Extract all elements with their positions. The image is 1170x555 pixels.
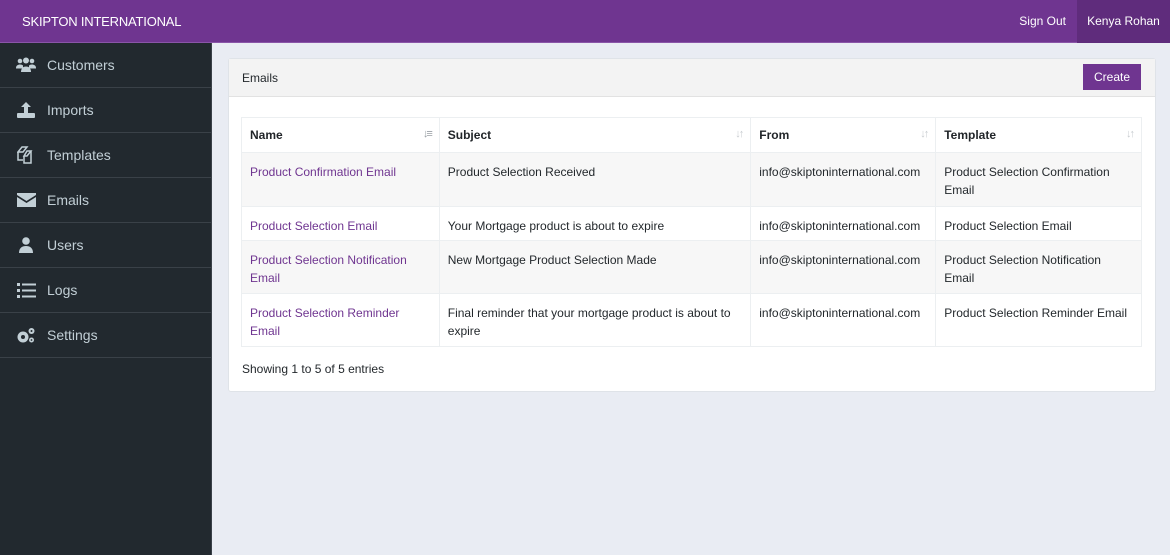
email-from: info@skiptoninternational.com [750,152,937,207]
sidebar-item-label: Users [47,237,84,253]
sidebar-item-label: Imports [47,102,94,118]
email-subject: Product Selection Received [438,152,752,207]
column-header-from[interactable]: From ↓↑ [750,117,937,153]
create-button[interactable]: Create [1083,64,1141,90]
sidebar-item-label: Customers [47,57,115,73]
sort-icon: ↓↑ [1126,128,1135,140]
cogs-icon [16,326,36,344]
email-name-link[interactable]: Product Confirmation Email [250,165,396,179]
email-subject: Final reminder that your mortgage produc… [438,293,752,347]
sidebar-item-label: Templates [47,147,111,163]
email-name-link[interactable]: Product Selection Email [250,219,377,233]
list-icon [16,281,36,299]
email-from: info@skiptoninternational.com [750,240,937,294]
emails-card: Emails Create Name ↓≡ Subject ↓↑ From ↓↑ Te… [228,58,1156,392]
copy-icon [16,146,36,164]
email-template: Product Selection Reminder Email [935,293,1142,347]
card-header: Emails Create [229,59,1155,97]
sidebar-item-templates[interactable]: Templates [0,133,211,178]
sign-out-link[interactable]: Sign Out [1007,0,1078,43]
table-info: Showing 1 to 5 of 5 entries [242,362,385,376]
sidebar-item-emails[interactable]: Emails [0,178,211,223]
email-template: Product Selection Notification Email [935,240,1142,294]
users-icon [16,56,36,74]
sidebar-item-logs[interactable]: Logs [0,268,211,313]
column-header-name[interactable]: Name ↓≡ [241,117,440,153]
table-header-row: Name ↓≡ Subject ↓↑ From ↓↑ Template ↓↑ [241,117,1142,153]
email-name-link[interactable]: Product Selection Notification Email [250,253,407,285]
sidebar-item-imports[interactable]: Imports [0,88,211,133]
table-row: Product Selection Notification Email New… [241,240,1142,294]
sidebar-item-label: Settings [47,327,98,343]
email-from: info@skiptoninternational.com [750,206,937,241]
upload-icon [16,101,36,119]
envelope-icon [16,191,36,209]
email-subject: New Mortgage Product Selection Made [438,240,752,294]
sidebar-item-users[interactable]: Users [0,223,211,268]
card-title: Emails [242,71,279,85]
table-row: Product Confirmation Email Product Selec… [241,152,1142,207]
sidebar-item-settings[interactable]: Settings [0,313,211,358]
email-subject: Your Mortgage product is about to expire [438,206,752,241]
brand-logo[interactable]: SKIPTON INTERNATIONAL [22,14,181,29]
email-name-link[interactable]: Product Selection Reminder Email [250,306,399,338]
emails-table: Name ↓≡ Subject ↓↑ From ↓↑ Template ↓↑ Produ… [241,117,1142,347]
email-from: info@skiptoninternational.com [750,293,937,347]
column-header-subject[interactable]: Subject ↓↑ [438,117,752,153]
sidebar-item-label: Logs [47,282,78,298]
email-template: Product Selection Email [935,206,1142,241]
sort-icon: ↓↑ [735,128,744,140]
sort-icon: ↓↑ [920,128,929,140]
user-icon [16,236,36,254]
top-navbar: SKIPTON INTERNATIONAL Sign Out Kenya Roh… [0,0,1170,43]
column-header-template[interactable]: Template ↓↑ [935,117,1142,153]
sort-asc-icon: ↓≡ [422,128,433,140]
table-row: Product Selection Reminder Email Final r… [241,293,1142,347]
email-template: Product Selection Confirmation Email [935,152,1142,207]
sidebar-item-label: Emails [47,192,90,208]
sidebar-item-customers[interactable]: Customers [0,43,211,88]
user-menu[interactable]: Kenya Rohan [1077,0,1170,43]
table-row: Product Selection Email Your Mortgage pr… [241,206,1142,241]
sidebar: Customers Imports Templates Emails Users… [0,43,212,555]
